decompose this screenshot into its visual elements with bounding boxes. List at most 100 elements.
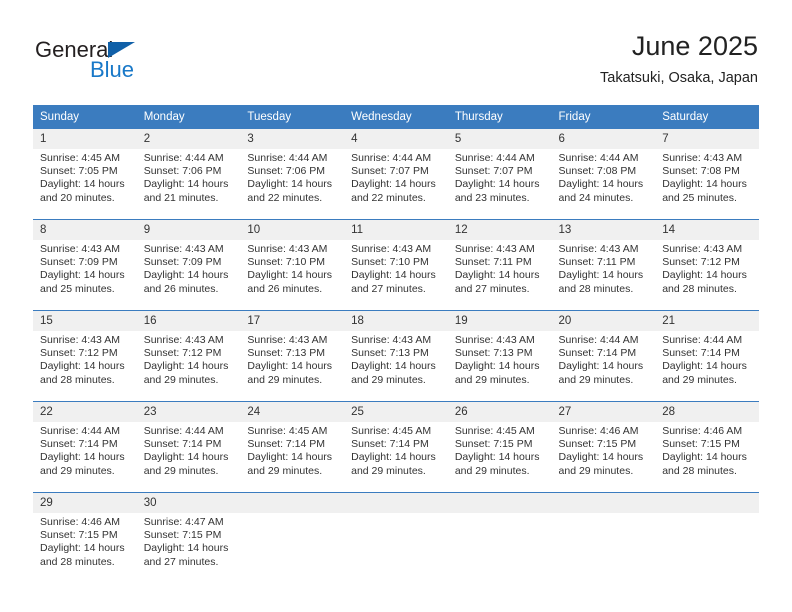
day-number[interactable]: 3 bbox=[240, 129, 345, 149]
day-cell[interactable]: Sunrise: 4:43 AM Sunset: 7:13 PM Dayligh… bbox=[447, 331, 552, 402]
day-cell[interactable]: Sunrise: 4:43 AM Sunset: 7:12 PM Dayligh… bbox=[33, 331, 137, 402]
day-cell[interactable]: Sunrise: 4:43 AM Sunset: 7:08 PM Dayligh… bbox=[655, 149, 759, 220]
sunrise-text: Sunrise: 4:43 AM bbox=[454, 334, 535, 346]
sunset-text: Sunset: 7:14 PM bbox=[662, 347, 740, 360]
daylight-text-line2: and 28 minutes. bbox=[40, 555, 115, 568]
sunrise-text: Sunrise: 4:43 AM bbox=[662, 243, 743, 255]
day-number[interactable]: 7 bbox=[655, 129, 759, 149]
day-cell[interactable]: Sunrise: 4:44 AM Sunset: 7:07 PM Dayligh… bbox=[344, 149, 448, 220]
day-number[interactable]: 27 bbox=[551, 401, 656, 422]
day-number[interactable]: 10 bbox=[240, 219, 345, 240]
day-cell[interactable]: Sunrise: 4:46 AM Sunset: 7:15 PM Dayligh… bbox=[33, 513, 137, 583]
day-number[interactable]: 24 bbox=[240, 401, 345, 422]
day-cell[interactable]: Sunrise: 4:43 AM Sunset: 7:09 PM Dayligh… bbox=[136, 240, 241, 311]
day-number[interactable]: 5 bbox=[447, 129, 552, 149]
sunset-text: Sunset: 7:06 PM bbox=[143, 165, 222, 178]
day-cell[interactable]: Sunrise: 4:45 AM Sunset: 7:14 PM Dayligh… bbox=[240, 422, 345, 493]
daylight-text-line2: and 29 minutes. bbox=[454, 464, 530, 477]
daylight-text-line2: and 29 minutes. bbox=[143, 373, 219, 386]
day-cell[interactable]: Sunrise: 4:43 AM Sunset: 7:11 PM Dayligh… bbox=[551, 240, 656, 311]
daylight-text-line1: Daylight: 14 hours bbox=[558, 269, 644, 282]
day-number[interactable]: 15 bbox=[33, 310, 137, 331]
day-cell[interactable]: Sunrise: 4:43 AM Sunset: 7:11 PM Dayligh… bbox=[447, 240, 552, 311]
day-number[interactable]: 20 bbox=[551, 310, 656, 331]
logo-text-blue: Blue bbox=[90, 57, 135, 82]
day-cell-empty bbox=[551, 513, 656, 583]
sunrise-text: Sunrise: 4:43 AM bbox=[40, 243, 120, 255]
day-number[interactable]: 8 bbox=[33, 219, 137, 240]
day-number[interactable]: 6 bbox=[551, 129, 656, 149]
day-cell[interactable]: Sunrise: 4:43 AM Sunset: 7:12 PM Dayligh… bbox=[136, 331, 241, 402]
day-number[interactable]: 14 bbox=[655, 219, 759, 240]
sunset-text: Sunset: 7:15 PM bbox=[143, 529, 222, 542]
day-cell[interactable]: Sunrise: 4:44 AM Sunset: 7:08 PM Dayligh… bbox=[551, 149, 656, 220]
day-cell[interactable]: Sunrise: 4:43 AM Sunset: 7:09 PM Dayligh… bbox=[33, 240, 137, 311]
day-number[interactable]: 26 bbox=[447, 401, 552, 422]
day-number[interactable]: 2 bbox=[136, 129, 241, 149]
day-number[interactable]: 18 bbox=[344, 310, 448, 331]
day-cell[interactable]: Sunrise: 4:44 AM Sunset: 7:07 PM Dayligh… bbox=[447, 149, 552, 220]
day-cell[interactable]: Sunrise: 4:44 AM Sunset: 7:14 PM Dayligh… bbox=[33, 422, 137, 493]
day-cell[interactable]: Sunrise: 4:46 AM Sunset: 7:15 PM Dayligh… bbox=[655, 422, 759, 493]
weekday-header-wednesday: Wednesday bbox=[344, 105, 448, 129]
daylight-text-line2: and 27 minutes. bbox=[351, 282, 426, 295]
day-cell[interactable]: Sunrise: 4:43 AM Sunset: 7:13 PM Dayligh… bbox=[344, 331, 448, 402]
sunset-text: Sunset: 7:15 PM bbox=[454, 438, 533, 451]
day-number[interactable]: 25 bbox=[344, 401, 448, 422]
day-cell[interactable]: Sunrise: 4:44 AM Sunset: 7:06 PM Dayligh… bbox=[136, 149, 241, 220]
day-number[interactable]: 30 bbox=[136, 492, 241, 513]
day-number[interactable]: 29 bbox=[33, 492, 137, 513]
day-number[interactable]: 28 bbox=[655, 401, 759, 422]
sunset-text: Sunset: 7:15 PM bbox=[558, 438, 637, 451]
daylight-text-line2: and 29 minutes. bbox=[351, 464, 426, 477]
day-cell[interactable]: Sunrise: 4:44 AM Sunset: 7:14 PM Dayligh… bbox=[136, 422, 241, 493]
day-cell[interactable]: Sunrise: 4:44 AM Sunset: 7:14 PM Dayligh… bbox=[655, 331, 759, 402]
day-number[interactable]: 1 bbox=[33, 129, 137, 149]
day-number[interactable]: 21 bbox=[655, 310, 759, 331]
sunrise-text: Sunrise: 4:44 AM bbox=[40, 425, 120, 437]
day-number[interactable]: 11 bbox=[344, 219, 448, 240]
day-cell[interactable]: Sunrise: 4:45 AM Sunset: 7:15 PM Dayligh… bbox=[447, 422, 552, 493]
daylight-text-line1: Daylight: 14 hours bbox=[143, 360, 229, 373]
daylight-text-line2: and 28 minutes. bbox=[662, 282, 737, 295]
daylight-text-line2: and 25 minutes. bbox=[40, 282, 115, 295]
sunrise-sunset-calendar: Sunday Monday Tuesday Wednesday Thursday… bbox=[33, 105, 759, 583]
day-cell[interactable]: Sunrise: 4:45 AM Sunset: 7:14 PM Dayligh… bbox=[344, 422, 448, 493]
day-cell[interactable]: Sunrise: 4:43 AM Sunset: 7:12 PM Dayligh… bbox=[655, 240, 759, 311]
day-number[interactable]: 22 bbox=[33, 401, 137, 422]
day-cell[interactable]: Sunrise: 4:47 AM Sunset: 7:15 PM Dayligh… bbox=[136, 513, 241, 583]
day-cell[interactable]: Sunrise: 4:44 AM Sunset: 7:06 PM Dayligh… bbox=[240, 149, 345, 220]
daylight-text-line2: and 29 minutes. bbox=[40, 464, 115, 477]
sunset-text: Sunset: 7:15 PM bbox=[40, 529, 118, 542]
day-cell[interactable]: Sunrise: 4:43 AM Sunset: 7:10 PM Dayligh… bbox=[344, 240, 448, 311]
day-number-empty bbox=[344, 492, 448, 513]
daylight-text-line1: Daylight: 14 hours bbox=[351, 451, 436, 464]
daylight-text-line1: Daylight: 14 hours bbox=[454, 269, 540, 282]
day-cell[interactable]: Sunrise: 4:43 AM Sunset: 7:10 PM Dayligh… bbox=[240, 240, 345, 311]
day-cell[interactable]: Sunrise: 4:45 AM Sunset: 7:05 PM Dayligh… bbox=[33, 149, 137, 220]
day-cell-empty bbox=[447, 513, 552, 583]
daylight-text-line1: Daylight: 14 hours bbox=[143, 451, 229, 464]
day-cell[interactable]: Sunrise: 4:44 AM Sunset: 7:14 PM Dayligh… bbox=[551, 331, 656, 402]
sunrise-text: Sunrise: 4:43 AM bbox=[454, 243, 535, 255]
daylight-text-line1: Daylight: 14 hours bbox=[662, 360, 747, 373]
day-number[interactable]: 12 bbox=[447, 219, 552, 240]
day-number[interactable]: 17 bbox=[240, 310, 345, 331]
week-daynum-row: 22 23 24 25 26 27 28 bbox=[33, 401, 759, 422]
day-number[interactable]: 16 bbox=[136, 310, 241, 331]
day-cell[interactable]: Sunrise: 4:43 AM Sunset: 7:13 PM Dayligh… bbox=[240, 331, 345, 402]
weekday-header-saturday: Saturday bbox=[655, 105, 759, 129]
day-number[interactable]: 13 bbox=[551, 219, 656, 240]
calendar-page: General Blue June 2025 Takatsuki, Osaka,… bbox=[0, 0, 792, 612]
day-number[interactable]: 4 bbox=[344, 129, 448, 149]
day-cell[interactable]: Sunrise: 4:46 AM Sunset: 7:15 PM Dayligh… bbox=[551, 422, 656, 493]
day-number[interactable]: 19 bbox=[447, 310, 552, 331]
daylight-text-line2: and 26 minutes. bbox=[247, 282, 323, 295]
week-daynum-row: 29 30 bbox=[33, 492, 759, 513]
week-daynum-row: 1 2 3 4 5 6 7 bbox=[33, 129, 759, 149]
daylight-text-line1: Daylight: 14 hours bbox=[143, 542, 229, 555]
daylight-text-line1: Daylight: 14 hours bbox=[351, 360, 436, 373]
daylight-text-line2: and 23 minutes. bbox=[454, 191, 530, 204]
day-number[interactable]: 9 bbox=[136, 219, 241, 240]
day-number[interactable]: 23 bbox=[136, 401, 241, 422]
